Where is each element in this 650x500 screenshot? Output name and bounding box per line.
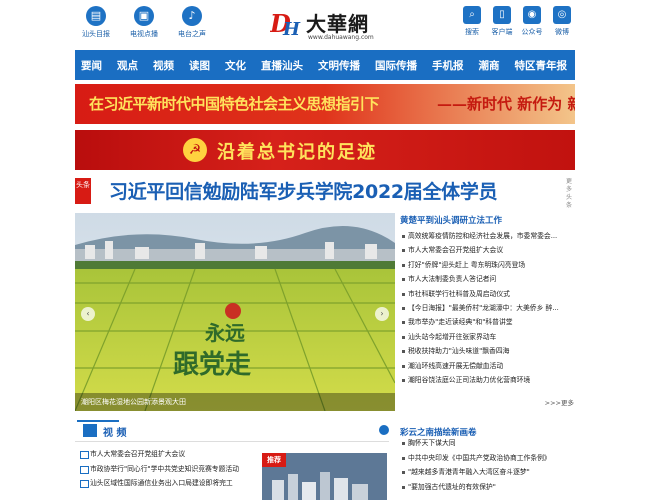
weibo-button[interactable]: ◎ 微博	[550, 6, 574, 37]
more-headlines-link[interactable]: 更多头条	[566, 178, 574, 210]
list-item[interactable]: 潮汕环线高速开展无偿献血活动	[398, 359, 578, 373]
news-panel-title[interactable]: 黄楚平到汕头调研立法工作	[398, 213, 578, 229]
list-item[interactable]: 市人大法制委负责人答记者问	[398, 272, 578, 286]
hero-prev-button[interactable]: ‹	[81, 307, 95, 321]
wechat-button[interactable]: ◉ 公众号	[520, 6, 544, 37]
search-button[interactable]: ⌕ 搜索	[460, 6, 484, 37]
list-item[interactable]: 中共中央印发《中国共产党政治协商工作条例》	[398, 451, 578, 466]
list-item[interactable]: 打好"侨牌"迎头赶上 粤东明珠闪亮登场	[398, 258, 578, 272]
hero-slideshow[interactable]: 永远 跟党走 ‹ › 潮阳区梅花湿地公园新添景观大田	[75, 213, 395, 411]
list-item[interactable]: 税收扶持助力"汕头味道"飘香四海	[398, 344, 578, 358]
nav-item-news[interactable]: 要闻	[81, 58, 102, 73]
section-accent-line	[77, 420, 119, 422]
list-item[interactable]: 市社科联学行社科普及周启动仪式	[398, 287, 578, 301]
list-item[interactable]: 市人大常委会召开党组扩大会议	[80, 447, 260, 462]
banner-thought[interactable]: 在习近平新时代中国特色社会主义思想指引下 ——新时代 新作为 新篇章	[75, 84, 575, 124]
logo-url: www.dahuawang.com	[308, 34, 374, 41]
list-item[interactable]: 我市举办"走近读经典"和"科普讲堂	[398, 315, 578, 329]
search-label: 搜索	[465, 28, 479, 36]
lower-news-list: 胸怀天下谋大同 中共中央印发《中国共产党政治协商工作条例》 "越来越多青港青年融…	[398, 436, 578, 494]
list-item[interactable]: 【今日海报】"最美侨村"龙湖濠中：大美侨乡 醉...	[398, 301, 578, 315]
site-logo[interactable]: D H 大華網 www.dahuawang.com	[268, 6, 378, 42]
quick-link-radio[interactable]: ♪ 电台之声	[172, 6, 212, 39]
nav-item-live[interactable]: 直播汕头	[261, 58, 303, 73]
hero-field-text-1: 永远	[204, 321, 245, 345]
video-icon	[83, 424, 97, 437]
weibo-label: 微博	[555, 28, 569, 36]
list-item[interactable]: 市政协举行"同心行"学中共党史知识竞赛专题活动	[80, 462, 260, 477]
tv-icon: ▣	[134, 6, 154, 26]
headline: 头条 习近平回信勉励陆军步兵学院2022届全体学员	[75, 176, 575, 206]
nav-item-civilization[interactable]: 文明传播	[318, 58, 360, 73]
video-section-title[interactable]: 视 频	[103, 424, 126, 439]
list-item[interactable]: "要加强古代遗址的有效保护"	[398, 480, 578, 495]
banner-footsteps-text: 沿着总书记的足迹	[217, 142, 377, 163]
right-quick-links: ⌕ 搜索 ▯ 客户端 ◉ 公众号 ◎ 微博	[460, 6, 574, 37]
nav-item-business[interactable]: 潮商	[479, 58, 500, 73]
wechat-label: 公众号	[521, 28, 543, 36]
lower-news-header: 彩云之南描绘新画卷	[398, 420, 578, 438]
hero-caption[interactable]: 潮阳区梅花湿地公园新添景观大田	[75, 393, 395, 411]
news-panel: 黄楚平到汕头调研立法工作 高效统筹疫情防控和经济社会发展，市委常委会... 市人…	[398, 213, 578, 411]
site-header: ▤ 汕头目报 ▣ 电视点播 ♪ 电台之声 D H 大華網 www.dahuawa…	[0, 0, 650, 48]
quick-link-label: 电台之声	[178, 30, 206, 38]
recommended-thumbnail[interactable]: 推荐	[262, 453, 387, 500]
news-more-link[interactable]: >>>更多	[545, 397, 574, 407]
quick-link-label: 汕头目报	[82, 30, 110, 38]
search-icon: ⌕	[463, 6, 481, 24]
nav-item-mobile-paper[interactable]: 手机报	[432, 58, 464, 73]
left-quick-links: ▤ 汕头目报 ▣ 电视点播 ♪ 电台之声	[76, 6, 212, 39]
hero-next-button[interactable]: ›	[375, 307, 389, 321]
list-item[interactable]: 胸怀天下谋大同	[398, 436, 578, 451]
microphone-icon: ♪	[182, 6, 202, 26]
city-thumbnail-image	[272, 472, 368, 500]
quick-link-newspaper[interactable]: ▤ 汕头目报	[76, 6, 116, 39]
nav-item-photos[interactable]: 读图	[189, 58, 210, 73]
list-item[interactable]: "越来越多青港青年融入大湾区奋斗逐梦"	[398, 465, 578, 480]
banner-footsteps[interactable]: ☭ 沿着总书记的足迹	[75, 130, 575, 170]
hero-image: 永远 跟党走	[75, 213, 395, 411]
svg-text:H: H	[282, 19, 301, 38]
wechat-icon: ◉	[523, 6, 541, 24]
video-list: 市人大常委会召开党组扩大会议 市政协举行"同心行"学中共党史知识竞赛专题活动 汕…	[80, 447, 260, 491]
notification-icon[interactable]	[379, 425, 389, 435]
list-item[interactable]: 高效统筹疫情防控和经济社会发展，市委常委会...	[398, 229, 578, 243]
newspaper-icon: ▤	[86, 6, 106, 26]
party-emblem-icon: ☭	[183, 138, 207, 162]
list-item[interactable]: 潮阳谷饶法庭公正司法助力优化营商环境	[398, 373, 578, 387]
headline-tag: 头条	[75, 178, 91, 204]
main-nav: 要闻 观点 视频 读图 文化 直播汕头 文明传播 国际传播 手机报 潮商 特区青…	[75, 50, 575, 80]
nav-item-opinion[interactable]: 观点	[117, 58, 138, 73]
banner-thought-tail: ——新时代 新作为 新篇章	[437, 95, 575, 113]
news-list: 高效统筹疫情防控和经济社会发展，市委常委会... 市人大常委会召开党组扩大会议 …	[398, 229, 578, 387]
list-item[interactable]: 市人大常委会召开党组扩大会议	[398, 243, 578, 257]
app-client-label: 客户端	[491, 28, 513, 36]
quick-link-tv[interactable]: ▣ 电视点播	[124, 6, 164, 39]
headline-title[interactable]: 习近平回信勉励陆军步兵学院2022届全体学员	[109, 177, 498, 204]
list-item[interactable]: 汕头区域性国际通信业务出入口局建设即将完工	[80, 476, 260, 491]
banner-thought-text: 在习近平新时代中国特色社会主义思想指引下	[89, 95, 380, 113]
nav-item-culture[interactable]: 文化	[225, 58, 246, 73]
app-client-button[interactable]: ▯ 客户端	[490, 6, 514, 37]
dh-logo-mark-icon: D H	[270, 9, 301, 38]
video-section-header: 视 频	[75, 420, 389, 442]
nav-item-video[interactable]: 视频	[153, 58, 174, 73]
recommended-tag: 推荐	[262, 453, 286, 467]
phone-icon: ▯	[493, 6, 511, 24]
nav-item-youth[interactable]: 特区青年报	[515, 58, 568, 73]
logo-text: 大華網	[306, 12, 369, 36]
list-item[interactable]: 汕头站今起增开往张家界动车	[398, 330, 578, 344]
hero-field-text-2: 跟党走	[173, 350, 251, 380]
weibo-icon: ◎	[553, 6, 571, 24]
quick-link-label: 电视点播	[130, 30, 158, 38]
nav-item-international[interactable]: 国际传播	[375, 58, 417, 73]
